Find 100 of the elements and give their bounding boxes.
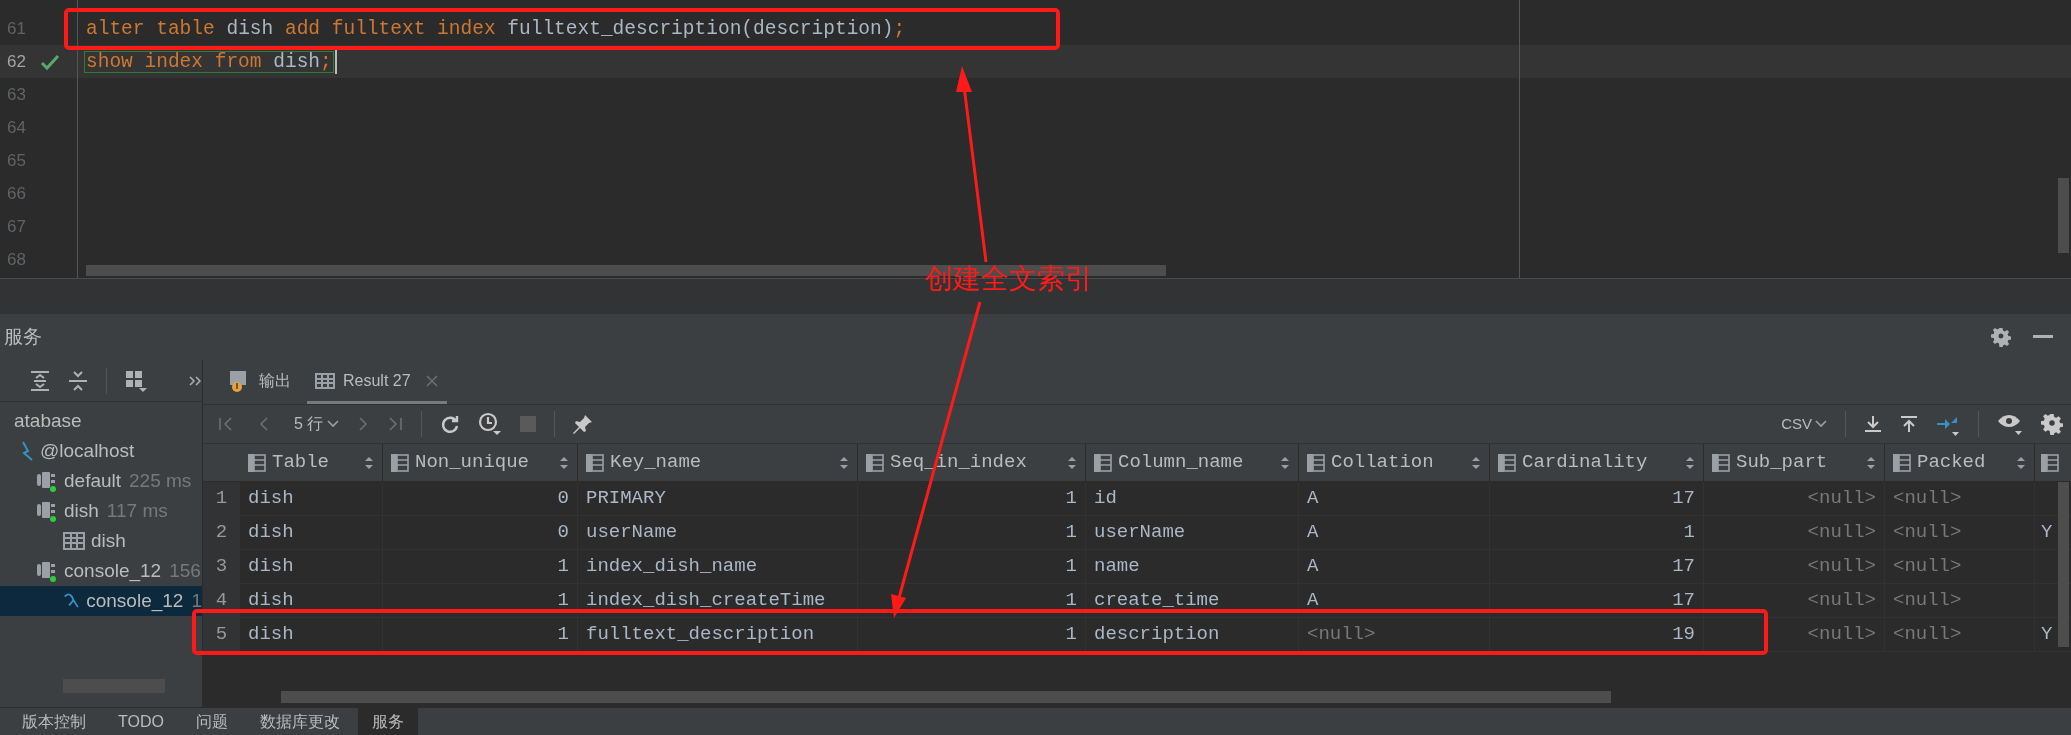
sort-icon [559, 455, 569, 470]
export-format-dropdown[interactable]: CSV [1781, 412, 1827, 436]
column-icon [248, 453, 266, 472]
page-size-dropdown[interactable]: 5 行 [294, 412, 340, 436]
column-icon [1893, 453, 1911, 472]
table-cell: userName [1086, 516, 1299, 549]
column-header[interactable]: Key_name [578, 444, 858, 481]
chevron-down-icon [327, 420, 340, 428]
table-cell: <null> [1704, 584, 1885, 617]
line-number: 65 [6, 149, 26, 172]
scrollbar[interactable] [281, 691, 1611, 703]
table-cell: 0 [383, 516, 578, 549]
line-number: 62 [6, 50, 26, 73]
annotation-text: 创建全文索引 [925, 262, 1093, 296]
text-caret [334, 49, 337, 74]
table-cell: <null> [1885, 550, 2035, 583]
table-cell: 1 [858, 550, 1086, 583]
column-header[interactable]: Packed [1885, 444, 2035, 481]
sort-icon [1067, 455, 1077, 470]
panel-title: 服务 [4, 324, 42, 349]
table-cell: <null> [1704, 618, 1885, 651]
table-cell: A [1299, 550, 1490, 583]
code-line: alter table dish add fulltext index fulltext_description(description); [86, 18, 906, 39]
collapse-all-icon[interactable] [68, 369, 88, 392]
table-cell: index_dish_createTime [578, 584, 858, 617]
table-icon [63, 531, 85, 551]
table-cell: A [1299, 482, 1490, 515]
table-cell: create_time [1086, 584, 1299, 617]
table-cell: 1 [1490, 516, 1704, 549]
tree-item[interactable]: dish [0, 526, 202, 556]
table-cell: 1 [858, 482, 1086, 515]
table-cell: dish [240, 516, 383, 549]
settings-icon[interactable] [1991, 327, 2011, 347]
table-cell: name [1086, 550, 1299, 583]
table-cell: 0 [383, 482, 578, 515]
session-icon [36, 500, 58, 522]
table-cell: dish [240, 618, 383, 651]
column-icon [1094, 453, 1112, 472]
sort-icon [1471, 455, 1481, 470]
check-icon [40, 52, 60, 71]
column-header[interactable]: Collation [1299, 444, 1490, 481]
column-header[interactable]: Non_unique [383, 444, 578, 481]
table-cell: <null> [1299, 618, 1490, 651]
table-cell: 1 [383, 550, 578, 583]
refresh-icon[interactable] [440, 414, 461, 434]
table-cell: <null> [1885, 482, 2035, 515]
row-number: 1 [203, 482, 240, 515]
tree-item[interactable]: console_12 156 [0, 556, 202, 586]
sort-icon [1685, 455, 1695, 470]
column-header[interactable]: Sub_part [1704, 444, 1885, 481]
scrollbar[interactable] [2058, 178, 2069, 253]
tool-window-tab[interactable]: TODO [104, 708, 178, 735]
line-number: 64 [6, 116, 26, 139]
table-cell: 1 [858, 516, 1086, 549]
tool-window-tab[interactable]: 问题 [181, 708, 242, 735]
tree-item[interactable]: dish 117 ms [0, 496, 202, 526]
line-number: 66 [6, 182, 26, 205]
line-number: 68 [6, 248, 26, 271]
session-icon [36, 470, 58, 492]
table-cell: 1 [383, 584, 578, 617]
table-cell: <null> [1704, 482, 1885, 515]
tool-window-tab[interactable]: 服务 [357, 708, 418, 735]
table-cell: <null> [1885, 618, 2035, 651]
table-cell: <null> [1885, 516, 2035, 549]
group-icon[interactable] [125, 369, 147, 392]
table-cell: PRIMARY [578, 482, 858, 515]
view-icon[interactable] [1997, 413, 2023, 435]
table-cell-text: Y [2040, 622, 2054, 648]
column-header[interactable]: Cardinality [1490, 444, 1704, 481]
more-icon[interactable] [189, 375, 201, 386]
scrollbar[interactable] [2058, 482, 2069, 647]
pin-icon[interactable] [573, 414, 594, 434]
line-number: 61 [6, 17, 26, 40]
tree-item[interactable]: @localhost [0, 436, 202, 466]
column-icon [1307, 453, 1325, 472]
minimize-icon[interactable] [2033, 335, 2053, 339]
result-tab[interactable]: 输出 [221, 360, 299, 404]
tool-window-tab[interactable]: 版本控制 [8, 708, 100, 735]
line-number: 67 [6, 215, 26, 238]
sort-icon [839, 455, 849, 470]
table-cell: A [1299, 516, 1490, 549]
settings-icon[interactable] [2041, 413, 2063, 435]
result-tab[interactable]: Result 27 [307, 360, 447, 404]
expand-all-icon[interactable] [30, 369, 50, 392]
upload-icon[interactable] [1900, 415, 1918, 433]
column-icon [1498, 453, 1516, 472]
tree-item[interactable]: default 225 ms [0, 466, 202, 496]
table-cell: 17 [1490, 584, 1704, 617]
table-cell: 17 [1490, 550, 1704, 583]
download-icon[interactable] [1864, 415, 1882, 433]
table-cell: userName [578, 516, 858, 549]
tool-window-tab[interactable]: 数据库更改 [245, 708, 354, 735]
table-cell-text: Y [2040, 520, 2054, 546]
sort-icon [1280, 455, 1290, 470]
column-header[interactable]: Column_name [1086, 444, 1299, 481]
table-cell: 1 [383, 618, 578, 651]
column-header[interactable]: Table [240, 444, 383, 481]
tree-item[interactable]: console_12 1 [0, 586, 202, 616]
tree-item[interactable]: atabase [0, 406, 202, 436]
history-icon[interactable] [478, 412, 503, 436]
